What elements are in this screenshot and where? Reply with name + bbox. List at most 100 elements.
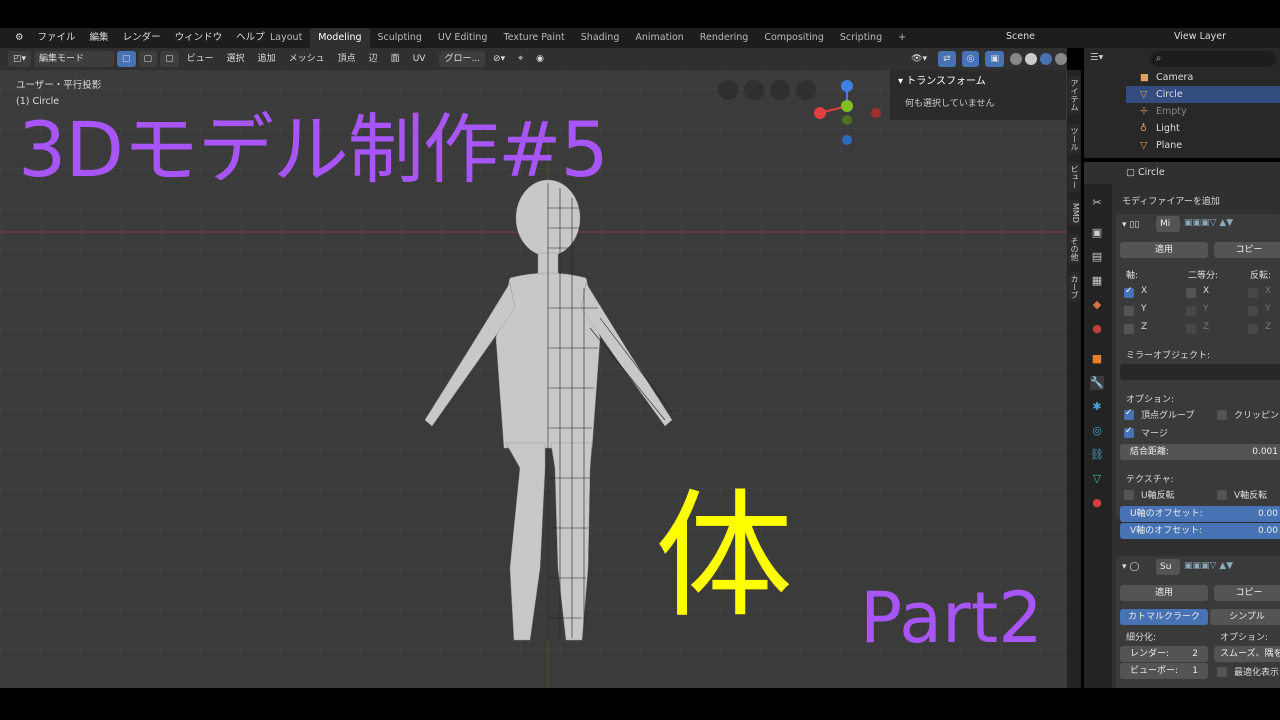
optimal-display-checkbox[interactable] bbox=[1217, 667, 1227, 677]
output-icon[interactable]: ▤ bbox=[1090, 250, 1104, 264]
tab-modeling[interactable]: Modeling bbox=[310, 28, 370, 48]
outliner-item-light[interactable]: Light ♁ bbox=[1126, 120, 1280, 137]
mode-selector[interactable]: 編集モード bbox=[34, 51, 115, 67]
menu-add[interactable]: 追加 bbox=[253, 51, 281, 67]
menu-window[interactable]: ウィンドウ bbox=[168, 28, 230, 48]
view-layer-icon[interactable]: ▦ bbox=[1090, 274, 1104, 288]
tab-rendering[interactable]: Rendering bbox=[692, 28, 757, 48]
material-icon[interactable]: ● bbox=[1090, 496, 1104, 510]
outliner-editor-icon[interactable]: ☰▾ bbox=[1090, 52, 1103, 63]
tab-animation[interactable]: Animation bbox=[627, 28, 691, 48]
tab-uv-editing[interactable]: UV Editing bbox=[430, 28, 496, 48]
axis-y-checkbox[interactable] bbox=[1124, 306, 1134, 316]
menu-file[interactable]: ファイル bbox=[31, 28, 83, 48]
collapse-icon[interactable]: ▾ ▯▯ bbox=[1122, 220, 1139, 230]
copy-button[interactable]: コピー bbox=[1214, 585, 1280, 601]
material-shading-icon[interactable] bbox=[1040, 53, 1052, 65]
apply-button[interactable]: 適用 bbox=[1120, 242, 1208, 258]
particles-icon[interactable]: ✱ bbox=[1090, 400, 1104, 414]
world-icon[interactable]: ● bbox=[1090, 322, 1104, 336]
wireframe-shading-icon[interactable] bbox=[1010, 53, 1022, 65]
menu-face[interactable]: 面 bbox=[386, 51, 405, 67]
smooth-dropdown[interactable]: スムーズ、隅を bbox=[1214, 646, 1280, 662]
flip-y-checkbox[interactable] bbox=[1248, 306, 1258, 316]
view-layer-selector[interactable]: View Layer bbox=[1150, 28, 1280, 46]
mirror-object-field[interactable] bbox=[1120, 364, 1280, 380]
physics-icon[interactable]: ◎ bbox=[1090, 424, 1104, 438]
rendered-shading-icon[interactable] bbox=[1055, 53, 1067, 65]
menu-mesh[interactable]: メッシュ bbox=[284, 51, 330, 67]
tab-sculpting[interactable]: Sculpting bbox=[370, 28, 430, 48]
tab-item[interactable]: アイテム bbox=[1068, 76, 1080, 114]
transform-panel-title[interactable]: ▾ トランスフォーム bbox=[898, 72, 986, 87]
outliner-item-empty[interactable]: Empty ✛ bbox=[1126, 103, 1280, 120]
pan-hand-icon[interactable] bbox=[770, 80, 790, 100]
visibility-icon[interactable]: 👁▾ bbox=[906, 51, 932, 67]
bisect-z-checkbox[interactable] bbox=[1186, 324, 1196, 334]
overlay-icon[interactable]: ◎ bbox=[961, 51, 980, 67]
menu-render[interactable]: レンダー bbox=[116, 28, 168, 48]
outliner-item-plane[interactable]: Plane ▽ bbox=[1126, 137, 1280, 154]
menu-vertex[interactable]: 頂点 bbox=[333, 51, 361, 67]
flip-x-checkbox[interactable] bbox=[1248, 288, 1258, 298]
vertex-groups-checkbox[interactable] bbox=[1124, 408, 1134, 420]
mirror-modifier-name[interactable]: Mi bbox=[1156, 216, 1180, 232]
editor-type-icon[interactable]: ◰▾ bbox=[8, 51, 32, 67]
u-offset-field[interactable]: U軸のオフセット: 0.00 bbox=[1120, 506, 1280, 522]
data-icon[interactable]: ▽ bbox=[1090, 472, 1104, 486]
menu-view[interactable]: ビュー bbox=[182, 51, 219, 67]
modifier-wrench-icon[interactable]: 🔧 bbox=[1090, 376, 1104, 390]
tab-view[interactable]: ビュー bbox=[1068, 162, 1080, 192]
viewport-levels-field[interactable]: ビューポー: 1 bbox=[1120, 663, 1208, 679]
render-levels-field[interactable]: レンダー: 2 bbox=[1120, 646, 1208, 662]
z-axis-icon[interactable] bbox=[841, 80, 853, 92]
navigation-gizmo[interactable] bbox=[710, 76, 890, 156]
add-modifier-button[interactable]: モディファイアーを追加 bbox=[1122, 194, 1220, 207]
xray-icon[interactable]: ▣ bbox=[985, 51, 1004, 67]
u-flip-checkbox[interactable] bbox=[1124, 490, 1134, 500]
tab-compositing[interactable]: Compositing bbox=[756, 28, 832, 48]
object-icon[interactable]: ■ bbox=[1090, 352, 1104, 366]
clipping-checkbox[interactable] bbox=[1217, 410, 1227, 420]
y-axis-icon[interactable] bbox=[841, 100, 853, 112]
menu-edit[interactable]: 編集 bbox=[83, 28, 116, 48]
axis-z-checkbox[interactable] bbox=[1124, 324, 1134, 334]
edge-select-icon[interactable]: ▢ bbox=[138, 51, 158, 67]
catmull-clark-button[interactable]: カトマルクラーク bbox=[1120, 609, 1208, 625]
tab-layout[interactable]: Layout bbox=[262, 28, 310, 48]
proportional-edit-icon[interactable]: ◉ bbox=[531, 51, 549, 67]
add-workspace-icon[interactable]: + bbox=[890, 28, 914, 48]
tab-texture-paint[interactable]: Texture Paint bbox=[495, 28, 572, 48]
modifier-visibility-icons[interactable]: ▣▣▣▽ ▲▼ bbox=[1184, 561, 1233, 571]
copy-button[interactable]: コピー bbox=[1214, 242, 1280, 258]
menu-select[interactable]: 選択 bbox=[222, 51, 250, 67]
tab-mmd[interactable]: MMD bbox=[1068, 200, 1080, 226]
simple-button[interactable]: シンプル bbox=[1210, 609, 1280, 625]
camera-view-icon[interactable] bbox=[718, 80, 738, 100]
vertex-select-icon[interactable]: ▢ bbox=[117, 51, 136, 67]
axis-x-checkbox[interactable] bbox=[1124, 286, 1134, 298]
render-icon[interactable]: ▣ bbox=[1090, 226, 1104, 240]
x-axis-icon[interactable] bbox=[814, 107, 826, 119]
flip-z-checkbox[interactable] bbox=[1248, 324, 1258, 334]
v-offset-field[interactable]: V軸のオフセット: 0.00 bbox=[1120, 523, 1280, 539]
outliner-item-camera[interactable]: Camera ■ bbox=[1126, 69, 1280, 86]
collapse-icon[interactable]: ▾ ◯ bbox=[1122, 562, 1139, 572]
camera-icon[interactable] bbox=[744, 80, 764, 100]
pivot-icon[interactable]: ⊘▾ bbox=[488, 51, 510, 67]
blender-logo-icon[interactable]: ⚙ bbox=[8, 28, 31, 48]
tab-scripting[interactable]: Scripting bbox=[832, 28, 890, 48]
menu-edge[interactable]: 辺 bbox=[364, 51, 383, 67]
tab-shading[interactable]: Shading bbox=[573, 28, 628, 48]
scene-selector[interactable]: Scene bbox=[1000, 28, 1084, 46]
snap-icon[interactable]: ⌖ bbox=[513, 51, 528, 67]
tab-other[interactable]: その他 bbox=[1068, 234, 1080, 264]
apply-button[interactable]: 適用 bbox=[1120, 585, 1208, 601]
bisect-x-checkbox[interactable] bbox=[1186, 288, 1196, 298]
transform-orientation[interactable]: グロー... bbox=[439, 51, 486, 67]
v-flip-checkbox[interactable] bbox=[1217, 490, 1227, 500]
subdivision-modifier-name[interactable]: Su bbox=[1156, 559, 1180, 575]
solid-shading-icon[interactable] bbox=[1025, 53, 1037, 65]
outliner-search-input[interactable]: ⌕ bbox=[1150, 51, 1276, 67]
merge-checkbox[interactable] bbox=[1124, 426, 1134, 438]
